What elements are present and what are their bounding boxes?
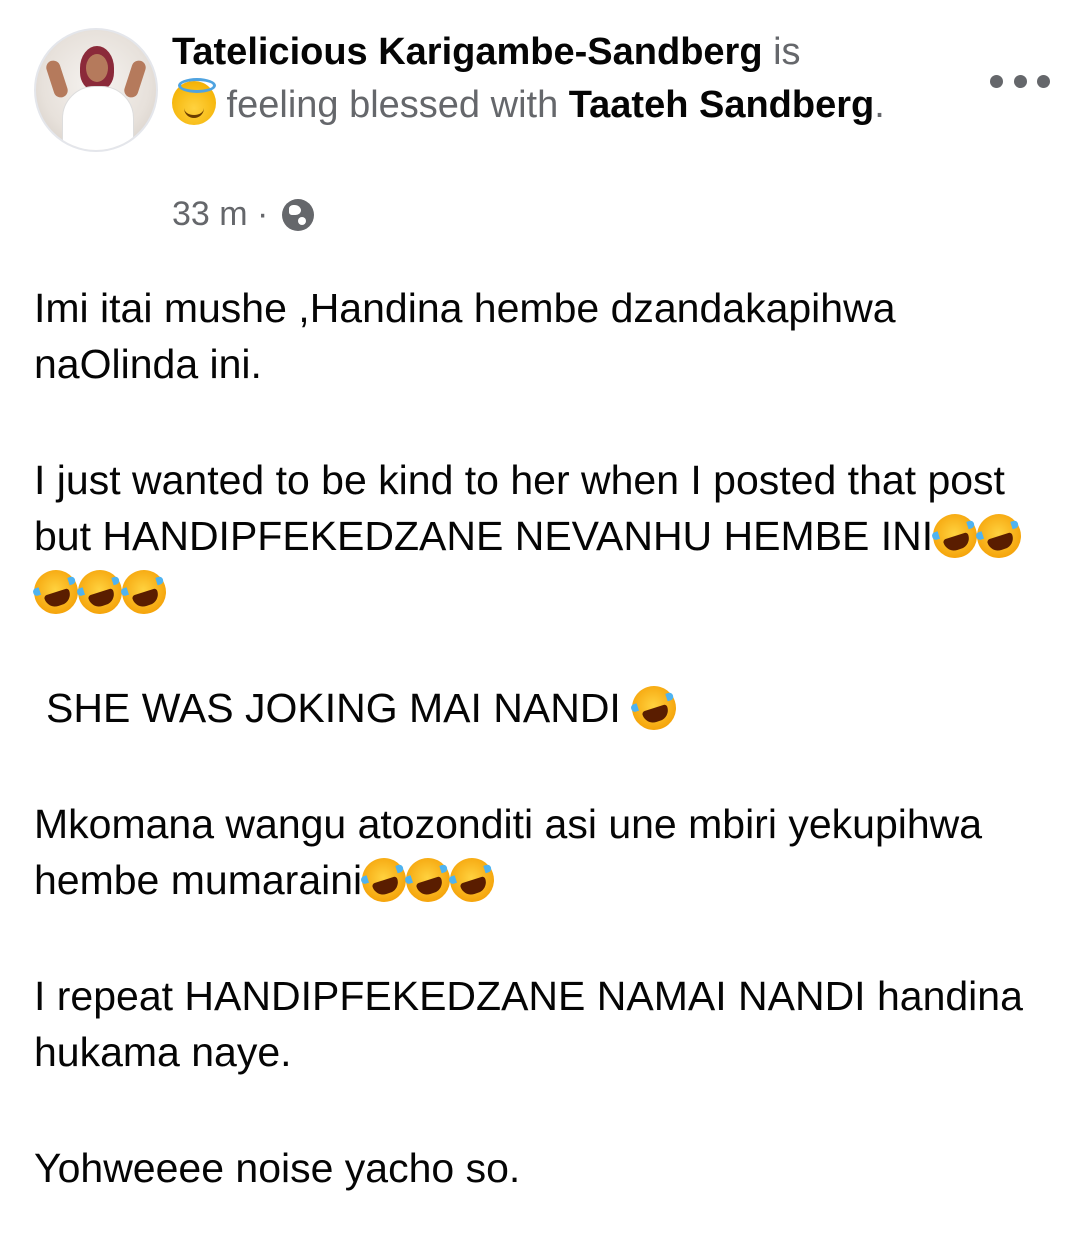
laughing-emoji-icon: [28, 564, 84, 620]
laughing-emoji-icon: [971, 508, 1027, 564]
globe-icon: [281, 199, 314, 231]
paragraph-5: I repeat HANDIPFEKEDZANE NAMAI NANDI han…: [34, 973, 1035, 1075]
paragraph-2: I just wanted to be kind to her when I p…: [28, 452, 1044, 620]
post-header: Tatelicious Karigambe-Sandberg is feelin…: [172, 26, 912, 132]
laughing-emoji-icon: [444, 852, 500, 908]
paragraph-6: Yohweeee noise yacho so.: [34, 1145, 521, 1191]
laughing-emoji-icon: [356, 852, 412, 908]
dot-icon: [1037, 74, 1050, 88]
laughing-emoji-icon: [927, 508, 983, 564]
tagged-user[interactable]: Taateh Sandberg: [569, 84, 874, 126]
paragraph-1: Imi itai mushe ,Handina hembe dzandakapi…: [34, 285, 907, 387]
paragraph-4-text: Mkomana wangu atozonditi asi une mbiri y…: [34, 801, 994, 903]
laughing-emoji-icon: [626, 680, 682, 736]
paragraph-2-text: I just wanted to be kind to her when I p…: [34, 457, 1017, 559]
paragraph-4: Mkomana wangu atozonditi asi une mbiri y…: [34, 796, 1044, 908]
author-avatar[interactable]: [34, 28, 158, 152]
verb-text: is: [762, 31, 801, 73]
paragraph-3: SHE WAS JOKING MAI NANDI: [34, 680, 1044, 736]
paragraph-3-text: SHE WAS JOKING MAI NANDI: [46, 685, 633, 731]
feeling-text: feeling blessed with: [216, 84, 569, 126]
smiling-face-with-halo-icon: [172, 78, 216, 125]
post-body: Imi itai mushe ,Handina hembe dzandakapi…: [28, 280, 1044, 1256]
dot-icon: [1013, 74, 1027, 88]
period: .: [874, 84, 885, 126]
more-options-button[interactable]: [990, 64, 1050, 98]
timestamp[interactable]: 33 m ·: [172, 195, 278, 233]
laughing-emoji-icon: [400, 852, 456, 908]
laughing-emoji-icon: [72, 564, 128, 620]
post-meta: 33 m ·: [172, 194, 314, 234]
laughing-emoji-icon: [116, 564, 172, 620]
dot-icon: [990, 74, 1003, 88]
author-name[interactable]: Tatelicious Karigambe-Sandberg: [172, 31, 763, 73]
